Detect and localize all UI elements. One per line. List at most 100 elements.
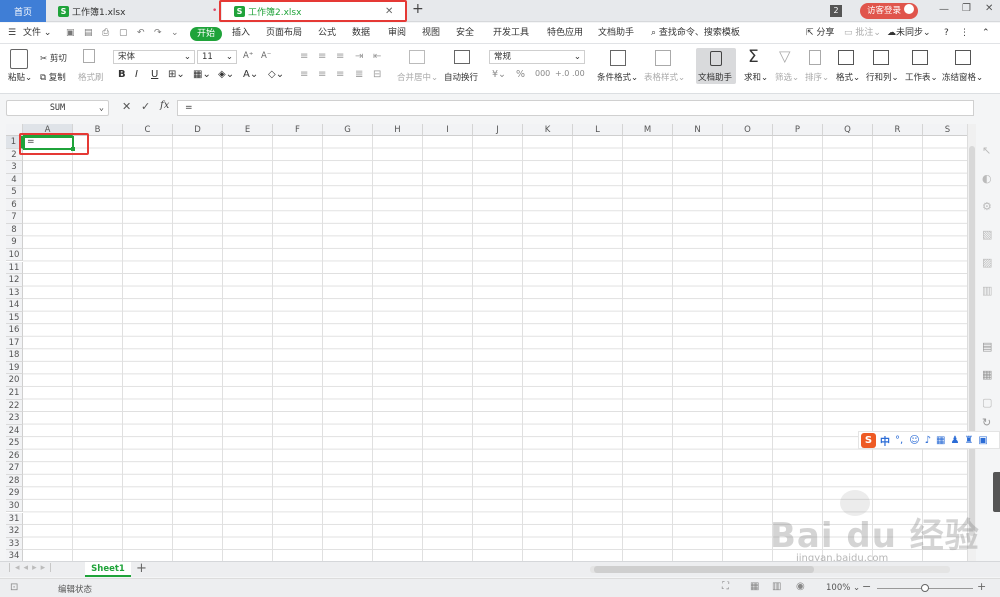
- menu-doc-assistant[interactable]: 文档助手: [598, 26, 634, 41]
- spreadsheet-grid[interactable]: A B C D E F G H I J K L M N O P Q R S 1 2 3 4 5 6 7 8 9 10 11 12 13 14 15…: [6, 124, 973, 563]
- collapse-ribbon-icon[interactable]: ⌃: [982, 26, 990, 41]
- menu-view[interactable]: 视图: [422, 26, 440, 41]
- add-sheet-icon[interactable]: +: [136, 561, 147, 576]
- chart-icon[interactable]: ▥: [982, 284, 992, 297]
- row-header[interactable]: 31: [6, 512, 23, 526]
- horizontal-scroll-thumb[interactable]: [594, 566, 814, 573]
- tab-home[interactable]: 首页: [0, 0, 46, 22]
- select-icon[interactable]: ↖: [982, 144, 991, 157]
- zoom-out-icon[interactable]: −: [862, 580, 871, 593]
- comment-button[interactable]: ▭ 批注⌄: [844, 26, 881, 41]
- user-icon[interactable]: ♟: [950, 435, 959, 446]
- sheet-tab-active[interactable]: Sheet1: [85, 562, 131, 577]
- fill-bucket-icon[interactable]: ◈⌄: [218, 69, 234, 80]
- align-right-icon[interactable]: ≡: [336, 69, 344, 80]
- decrease-decimal-icon[interactable]: .00: [572, 69, 585, 78]
- history-icon[interactable]: ↻: [982, 416, 991, 429]
- column-header[interactable]: F: [273, 124, 323, 136]
- cancel-formula-icon[interactable]: ✕: [122, 100, 131, 113]
- menu-data[interactable]: 数据: [352, 26, 370, 41]
- column-header[interactable]: P: [773, 124, 823, 136]
- italic-icon[interactable]: I: [135, 69, 138, 80]
- column-header[interactable]: J: [473, 124, 523, 136]
- percent-icon[interactable]: %: [516, 69, 525, 80]
- clear-icon[interactable]: ◇⌄: [268, 69, 284, 80]
- name-box[interactable]: SUM ⌄: [6, 100, 109, 116]
- row-header[interactable]: 22: [6, 399, 23, 413]
- font-shrink-icon[interactable]: A⁻: [261, 51, 271, 61]
- hamburger-icon[interactable]: ☰: [8, 26, 16, 41]
- sync-button[interactable]: ☁未同步⌄: [887, 26, 931, 41]
- number-format-select[interactable]: 常规 ⌄: [489, 50, 585, 64]
- row-header[interactable]: 30: [6, 499, 23, 513]
- sort-button[interactable]: 排序⌄: [805, 71, 829, 83]
- row-header[interactable]: 20: [6, 374, 23, 387]
- formula-input[interactable]: =: [177, 100, 974, 116]
- column-header[interactable]: G: [323, 124, 373, 136]
- menu-page-layout[interactable]: 页面布局: [266, 26, 302, 41]
- restore-icon[interactable]: ❐: [962, 3, 971, 14]
- justify-icon[interactable]: ≣: [355, 69, 363, 80]
- save-icon[interactable]: ▣: [66, 26, 75, 41]
- conditional-format-button[interactable]: 条件格式⌄: [597, 71, 638, 83]
- font-grow-icon[interactable]: A⁺: [243, 51, 253, 61]
- align-center-icon[interactable]: ≡: [318, 69, 326, 80]
- menu-insert[interactable]: 插入: [232, 26, 250, 41]
- column-header[interactable]: K: [523, 124, 573, 136]
- print-icon[interactable]: ⎙: [102, 26, 109, 41]
- font-name-select[interactable]: 宋体 ⌄: [113, 50, 195, 64]
- align-top-icon[interactable]: ≡: [300, 51, 308, 62]
- row-header[interactable]: 9: [6, 236, 23, 249]
- row-header[interactable]: 26: [6, 449, 23, 463]
- column-header[interactable]: H: [373, 124, 423, 136]
- row-col-button[interactable]: 行和列⌄: [866, 71, 899, 83]
- insert-function-icon[interactable]: fx: [160, 100, 169, 111]
- indent-icon[interactable]: ⇥: [355, 51, 363, 62]
- undo-icon[interactable]: ↶: [137, 26, 145, 41]
- row-header[interactable]: 15: [6, 311, 23, 325]
- row-header[interactable]: 19: [6, 361, 23, 375]
- row-header[interactable]: 29: [6, 487, 23, 500]
- align-left-icon[interactable]: ≡: [300, 69, 308, 80]
- column-header[interactable]: C: [123, 124, 173, 136]
- merge-center-button[interactable]: 合并居中⌄: [397, 71, 438, 83]
- property-icon[interactable]: ⚙: [982, 200, 992, 213]
- reading-view-icon[interactable]: ◉: [796, 581, 805, 592]
- emoji-icon[interactable]: ☺: [909, 435, 919, 446]
- row-header[interactable]: 32: [6, 525, 23, 538]
- new-tab-icon[interactable]: +: [412, 1, 424, 17]
- backup-icon[interactable]: ▦: [982, 368, 992, 381]
- side-handle[interactable]: [993, 472, 1000, 512]
- sheet-nav-icon[interactable]: |◂◂▸▸|: [8, 563, 56, 573]
- tab-book1[interactable]: S 工作簿1.xlsx •: [52, 0, 222, 22]
- share-panel-icon[interactable]: ▢: [982, 396, 992, 409]
- row-header[interactable]: 21: [6, 387, 23, 400]
- distribute-icon[interactable]: ⊟: [373, 69, 381, 80]
- row-header[interactable]: 14: [6, 299, 23, 312]
- zoom-level[interactable]: 100% ⌄: [826, 583, 860, 593]
- share-button[interactable]: ⇱ 分享: [806, 26, 834, 41]
- table-style-button[interactable]: 表格样式⌄: [644, 71, 685, 83]
- vertical-scroll-thumb[interactable]: [969, 146, 975, 536]
- keyboard-icon[interactable]: ▦: [936, 435, 945, 446]
- paste-button[interactable]: 粘贴⌄: [8, 71, 32, 83]
- freeze-button[interactable]: 冻结窗格⌄: [942, 71, 983, 83]
- column-header[interactable]: R: [873, 124, 923, 136]
- mic-icon[interactable]: ♪: [925, 435, 931, 446]
- font-size-select[interactable]: 11 ⌄: [197, 50, 237, 64]
- command-search[interactable]: ⌕ 查找命令、搜索模板: [651, 26, 740, 41]
- style-icon[interactable]: ◐: [982, 172, 992, 185]
- font-color-icon[interactable]: A⌄: [243, 69, 258, 80]
- row-header[interactable]: 11: [6, 261, 23, 275]
- confirm-formula-icon[interactable]: ✓: [141, 100, 150, 113]
- row-header[interactable]: 18: [6, 349, 23, 362]
- tab-count-badge[interactable]: 2: [830, 5, 842, 17]
- column-header[interactable]: E: [223, 124, 273, 136]
- menu-start[interactable]: 开始: [190, 27, 222, 41]
- row-header[interactable]: 25: [6, 437, 23, 450]
- thousands-icon[interactable]: 000: [535, 69, 550, 78]
- open-icon[interactable]: ▤: [84, 26, 93, 41]
- underline-icon[interactable]: U: [151, 69, 158, 80]
- fullscreen-icon[interactable]: ⛶: [722, 581, 729, 592]
- bold-icon[interactable]: B: [118, 69, 126, 80]
